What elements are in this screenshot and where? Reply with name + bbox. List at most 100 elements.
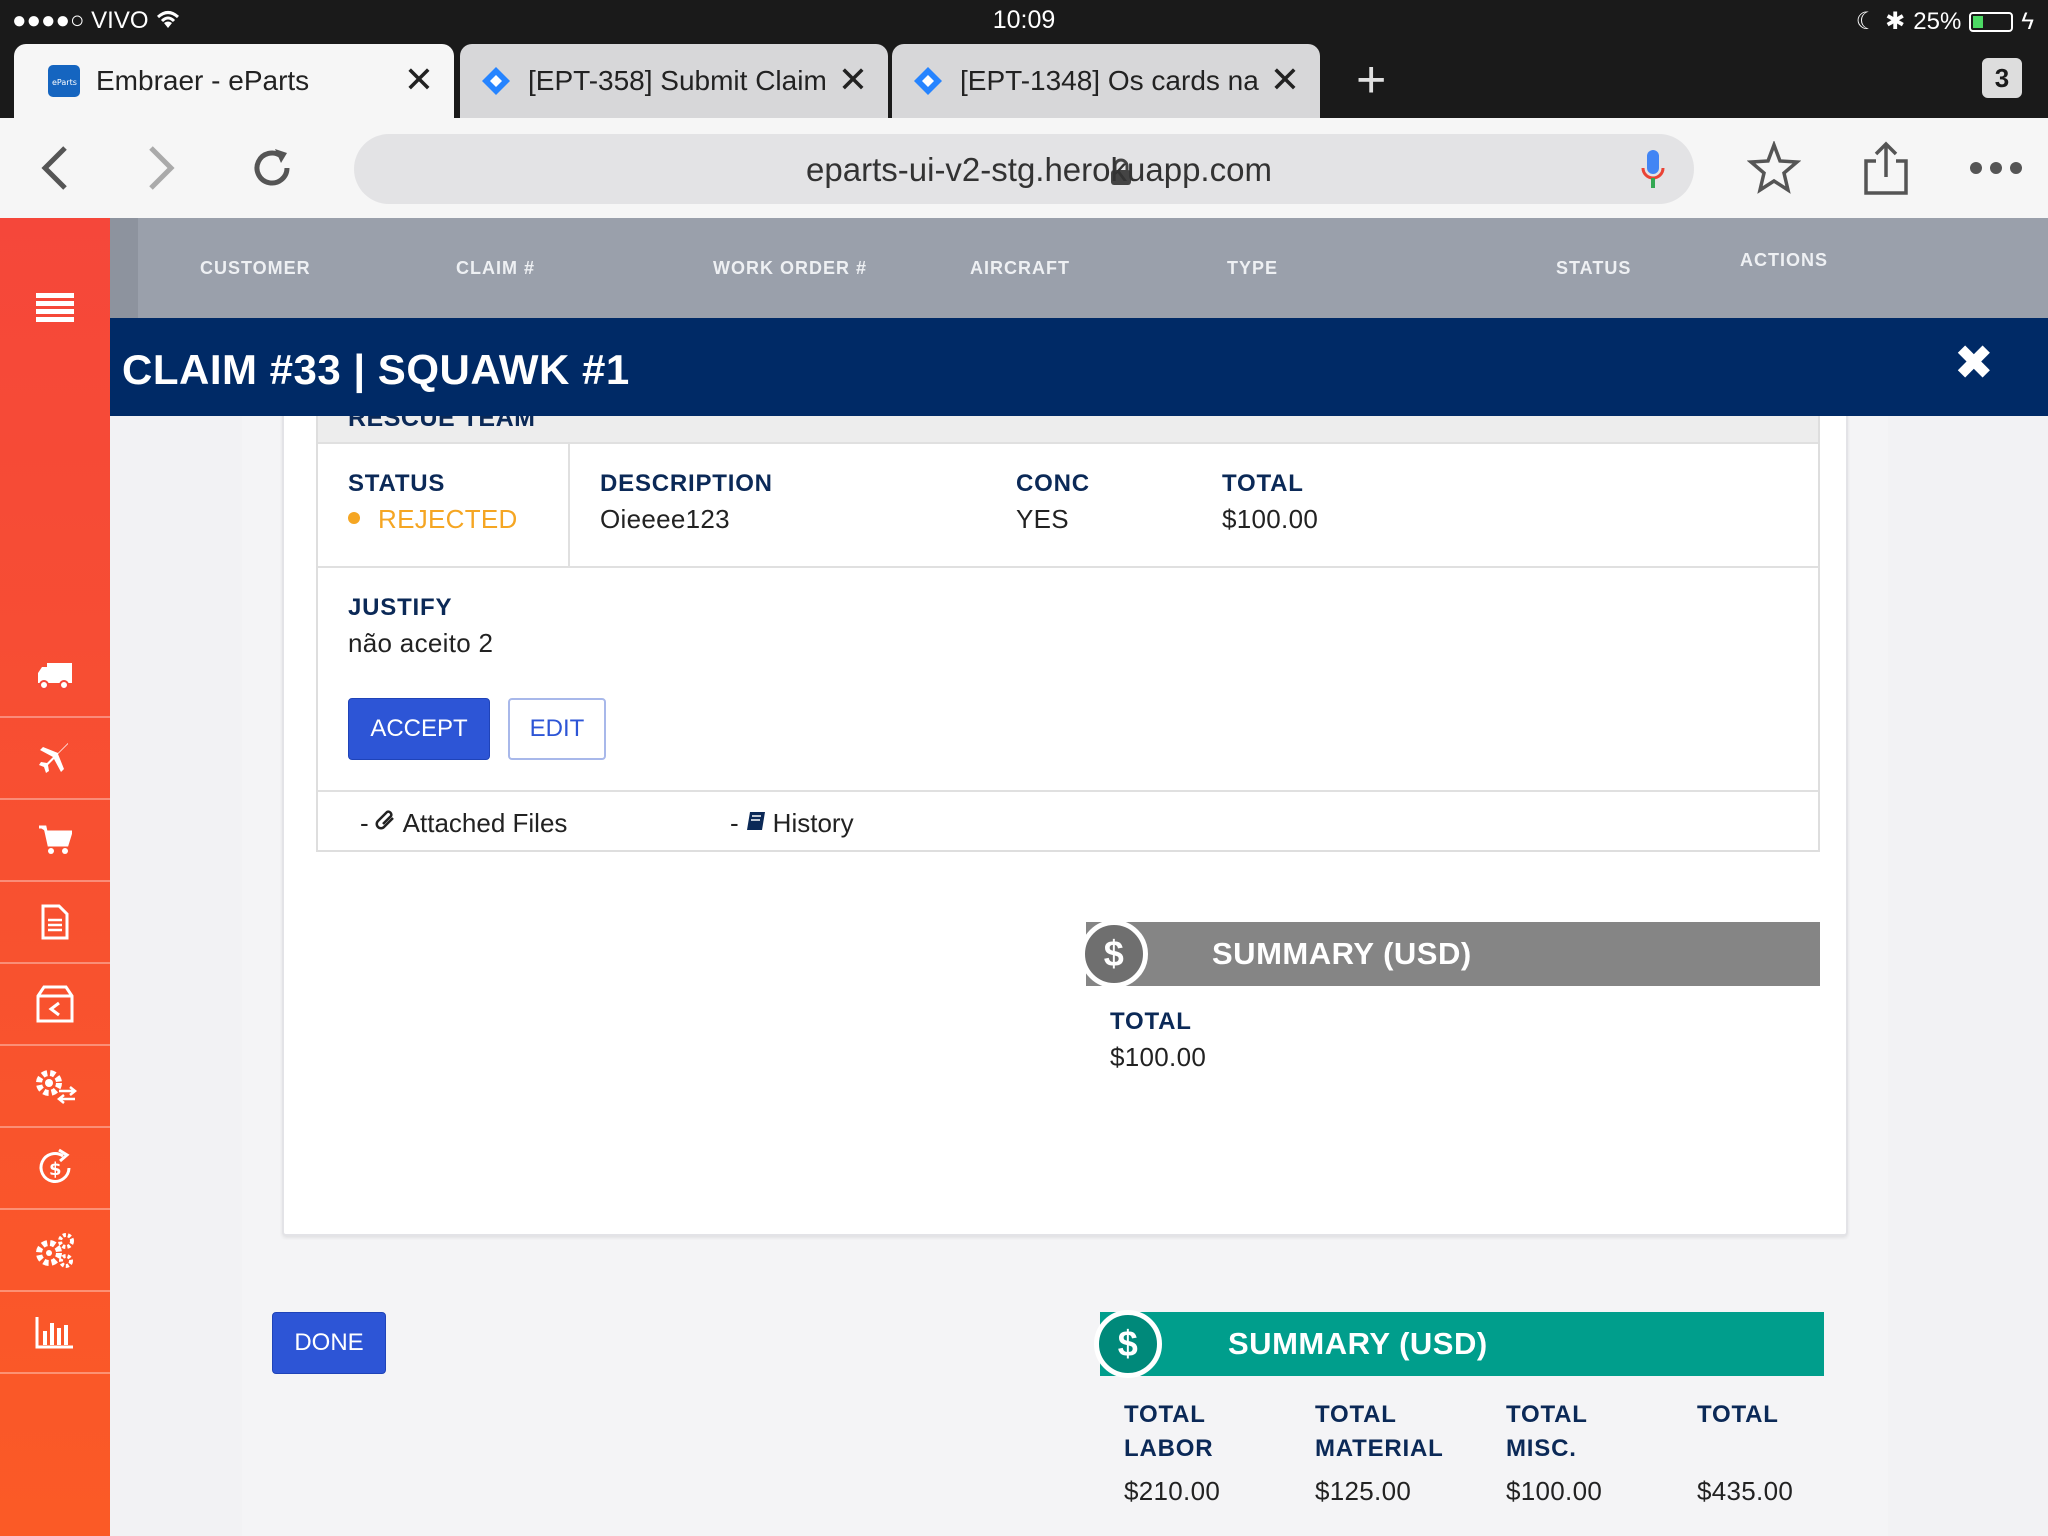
eparts-favicon-icon: eParts — [48, 65, 80, 97]
total-value: $100.00 — [1222, 504, 1319, 534]
grand-total-value: $435.00 — [1697, 1476, 1794, 1506]
total-labor-label: TOTAL LABOR — [1124, 1398, 1213, 1466]
jira-icon — [480, 65, 512, 97]
battery-icon — [1969, 11, 2014, 32]
conc-value: YES — [1016, 504, 1069, 534]
justify-value: não aceito 2 — [348, 628, 494, 658]
status-label: STATUS — [348, 470, 446, 497]
sidebar-item-settings[interactable] — [0, 1210, 110, 1292]
summary-title: SUMMARY (USD) — [1228, 1326, 1488, 1361]
svg-text:eParts: eParts — [52, 78, 77, 87]
sidebar-item-cart[interactable] — [0, 800, 110, 882]
document-icon — [41, 904, 69, 940]
sidebar-item-documents[interactable] — [0, 882, 110, 964]
column-header-type[interactable]: TYPE — [1227, 258, 1278, 279]
star-icon — [1747, 141, 1801, 194]
bar-chart-icon — [35, 1317, 73, 1349]
column-header-aircraft[interactable]: AIRCRAFT — [970, 258, 1070, 279]
forward-button[interactable] — [134, 140, 190, 196]
reload-button[interactable] — [244, 140, 300, 196]
rescue-team-section: RESCUE TEAM — [318, 416, 1818, 444]
hamburger-icon — [36, 293, 74, 322]
accept-button[interactable]: ACCEPT — [348, 698, 490, 760]
tab-count-button[interactable]: 3 — [1982, 58, 2022, 98]
label-line: TOTAL — [1315, 1401, 1397, 1428]
bluetooth-icon: ✱ — [1885, 8, 1906, 35]
dash-glyph: - — [730, 808, 739, 838]
truck-icon — [38, 663, 72, 690]
edit-button[interactable]: EDIT — [508, 698, 606, 760]
column-header-claim[interactable]: CLAIM # — [456, 258, 535, 279]
hamburger-menu-button[interactable] — [0, 258, 110, 358]
history-label: History — [772, 808, 854, 838]
label-line: TOTAL — [1697, 1401, 1779, 1428]
address-bar[interactable]: eparts-ui-v2-stg.herokuapp.com — [354, 134, 1694, 204]
label-line: TOTAL — [1124, 1401, 1206, 1428]
tab-title: Embraer - eParts — [96, 65, 310, 96]
url-text: eparts-ui-v2-stg.herokuapp.com — [806, 151, 1272, 188]
squawk-details: RESCUE TEAM STATUS REJECTED DESCRIPTION … — [316, 416, 1820, 852]
claims-table-header: CUSTOMER CLAIM # WORK ORDER # AIRCRAFT T… — [110, 218, 2048, 318]
close-tab-icon[interactable]: ✕ — [404, 62, 434, 98]
status-dot — [348, 512, 360, 524]
modal-body: RESCUE TEAM STATUS REJECTED DESCRIPTION … — [242, 416, 1888, 1536]
new-tab-button[interactable]: + — [1356, 54, 1386, 106]
bookmark-star-button[interactable] — [1746, 140, 1802, 196]
description-label: DESCRIPTION — [600, 470, 773, 497]
book-icon — [745, 808, 767, 839]
modal-header: CLAIM #33 | SQUAWK #1 ✖ — [110, 318, 2048, 416]
modal-title: CLAIM #33 | SQUAWK #1 — [122, 346, 630, 393]
summary-title: SUMMARY (USD) — [1212, 936, 1472, 971]
chevron-left-icon — [41, 146, 67, 190]
dollar-icon: $ — [1080, 920, 1148, 988]
chevron-right-icon — [149, 146, 175, 190]
sidebar-item-exchange[interactable] — [0, 1046, 110, 1128]
plane-icon — [39, 743, 68, 773]
column-header-work-order[interactable]: WORK ORDER # — [713, 258, 867, 279]
total-labor-value: $210.00 — [1124, 1476, 1221, 1506]
conc-label: CONC — [1016, 470, 1090, 497]
battery-percent: 25% — [1913, 7, 1962, 35]
sidebar-item-aircraft[interactable] — [0, 718, 110, 800]
sidebar-item-refund[interactable]: $ — [0, 1128, 110, 1210]
label-line: MISC. — [1506, 1435, 1577, 1462]
refund-icon: $ — [39, 1148, 71, 1183]
browser-tab-eparts[interactable]: eParts Embraer - eParts ✕ — [14, 44, 454, 118]
back-button[interactable] — [26, 140, 82, 196]
column-header-customer[interactable]: CUSTOMER — [200, 258, 311, 279]
close-tab-icon[interactable]: ✕ — [1270, 62, 1300, 98]
modal-close-button[interactable]: ✖ — [1954, 340, 1994, 388]
total-misc-label: TOTAL MISC. — [1506, 1398, 1588, 1466]
attached-files-link[interactable]: - Attached Files — [360, 808, 567, 839]
label-line: TOTAL — [1506, 1401, 1588, 1428]
more-options-button[interactable] — [1968, 140, 2024, 196]
label-line: MATERIAL — [1315, 1435, 1444, 1462]
history-link[interactable]: - History — [730, 808, 854, 839]
dash-glyph: - — [360, 808, 369, 838]
column-divider — [568, 444, 570, 566]
label-line: LABOR — [1124, 1435, 1214, 1462]
status-right: ☾ ✱ 25% ϟ — [1856, 7, 2034, 36]
column-header-status[interactable]: STATUS — [1556, 258, 1631, 279]
column-header-actions: ACTIONS — [1740, 250, 1828, 270]
close-tab-icon[interactable]: ✕ — [838, 62, 868, 98]
ios-status-bar: ●●●●○ VIVO 10:09 ☾ ✱ 25% ϟ — [0, 0, 2048, 40]
app-sidebar: $ — [0, 218, 110, 1536]
microphone-icon[interactable] — [1640, 148, 1666, 200]
moon-icon: ☾ — [1855, 8, 1878, 35]
paperclip-icon — [375, 808, 397, 839]
claim-summary-header: $ SUMMARY (USD) — [1094, 1310, 1824, 1378]
description-value: Oieeee123 — [600, 504, 730, 534]
browser-tab-ept-358[interactable]: [EPT-358] Submit Claim ✕ — [460, 44, 888, 118]
tab-title: [EPT-358] Submit Claim — [528, 65, 827, 96]
squawk-card: RESCUE TEAM STATUS REJECTED DESCRIPTION … — [282, 416, 1848, 1236]
sidebar-item-returns[interactable] — [0, 964, 110, 1046]
sidebar-item-logistics[interactable] — [0, 636, 110, 718]
section-label: RESCUE TEAM — [348, 416, 536, 432]
browser-tab-ept-1348[interactable]: [EPT-1348] Os cards na ✕ — [892, 44, 1320, 118]
summary-total-value: $100.00 — [1110, 1042, 1207, 1072]
share-button[interactable] — [1858, 140, 1914, 196]
done-button[interactable]: DONE — [272, 1312, 386, 1374]
sidebar-item-reports[interactable] — [0, 1292, 110, 1374]
browser-tab-strip: eParts Embraer - eParts ✕ [EPT-358] Subm… — [0, 40, 2048, 118]
